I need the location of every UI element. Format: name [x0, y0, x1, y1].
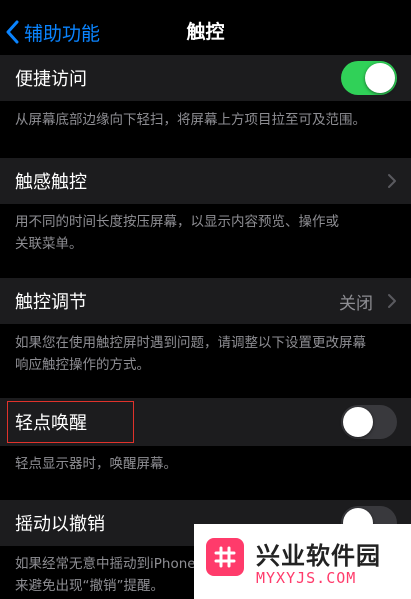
toggle-knob [343, 407, 373, 437]
navigation-bar: 辅助功能 触控 [0, 0, 411, 62]
highlight-box [7, 401, 134, 443]
haptic-touch-row[interactable]: 触感触控 [0, 158, 411, 204]
watermark-title: 兴业软件园 [256, 542, 381, 570]
reachability-toggle[interactable] [341, 61, 397, 95]
haptic-touch-label: 触感触控 [15, 172, 87, 193]
reachability-label: 便捷访问 [15, 69, 87, 90]
page-title: 触控 [186, 21, 225, 43]
touch-accommodations-footer-line1: 如果您在使用触控屏时遇到问题，请调整以下设置更改屏幕 [15, 335, 366, 351]
touch-accommodations-value: 关闭 [339, 293, 373, 314]
haptic-touch-footer-line2: 关联菜单。 [15, 236, 83, 252]
watermark: 兴业软件园 MYXYJS.COM [194, 524, 411, 599]
haptic-touch-footer: 用不同的时间长度按压屏幕，以显示内容预览、操作或 关联菜单。 [15, 211, 395, 255]
watermark-subtitle: MYXYJS.COM [256, 569, 357, 587]
toggle-knob [365, 63, 395, 93]
chevron-right-icon [388, 174, 396, 188]
touch-accommodations-label: 触控调节 [15, 292, 87, 313]
haptic-touch-footer-line1: 用不同的时间长度按压屏幕，以显示内容预览、操作或 [15, 214, 339, 230]
hash-grid-icon [206, 538, 244, 576]
reachability-row[interactable]: 便捷访问 [0, 55, 411, 101]
touch-accommodations-footer-line2: 响应触控操作的方式。 [15, 357, 150, 373]
tap-to-wake-footer: 轻点显示器时，唤醒屏幕。 [15, 456, 177, 472]
touch-accommodations-row[interactable]: 触控调节 关闭 [0, 278, 411, 324]
chevron-right-icon [388, 294, 396, 308]
reachability-footer: 从屏幕底部边缘向下轻扫，将屏幕上方项目拉至可及范围。 [15, 112, 366, 128]
shake-to-undo-label: 摇动以撤销 [15, 514, 105, 535]
touch-accommodations-footer: 如果您在使用触控屏时遇到问题，请调整以下设置更改屏幕 响应触控操作的方式。 [15, 332, 395, 376]
tap-to-wake-toggle[interactable] [341, 405, 397, 439]
